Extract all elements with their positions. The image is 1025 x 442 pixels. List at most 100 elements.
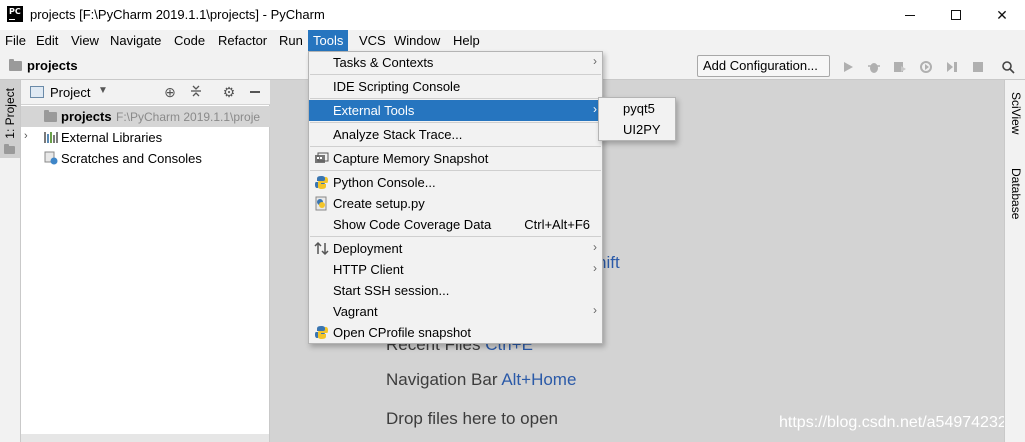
tree-item-scratches[interactable]: Scratches and Consoles [21,148,270,169]
python-icon [314,325,329,340]
chevron-right-icon: › [593,261,597,275]
folder-icon [9,59,22,71]
profile-icon[interactable] [918,59,934,75]
menu-refactor[interactable]: Refactor [213,30,272,51]
menu-vcs[interactable]: VCS [354,30,391,51]
collapse-all-icon[interactable] [188,84,204,101]
menu-item-tasks-contexts[interactable]: Tasks & Contexts › [309,52,602,73]
chevron-right-icon: › [593,240,597,254]
hint-text: Navigation Bar [386,370,498,389]
menu-item-label: HTTP Client [333,262,404,277]
breadcrumb[interactable]: projects [27,58,78,73]
menu-item-analyze-stack-trace[interactable]: Analyze Stack Trace... [309,124,602,145]
hint-drop-files: Drop files here to open [386,409,558,428]
menu-separator [310,74,601,75]
chevron-down-icon[interactable]: ▼ [98,85,108,96]
menu-separator [310,170,601,171]
watermark: https://blog.csdn.net/a549742320 [779,414,1016,431]
locate-icon[interactable]: ⊕ [162,84,178,101]
external-tools-submenu: pyqt5 UI2PY [598,97,676,141]
menu-view[interactable]: View [66,30,104,51]
project-view-icon [30,86,44,98]
menu-edit[interactable]: Edit [31,30,63,51]
deployment-icon [314,241,329,256]
chevron-right-icon: › [593,102,597,116]
coverage-icon[interactable] [892,59,908,75]
tree-item-external-libraries[interactable]: › External Libraries [21,127,270,148]
menu-item-http-client[interactable]: HTTP Client › [309,259,602,280]
chevron-right-icon[interactable]: › [24,130,28,142]
hide-icon[interactable] [247,84,263,101]
debug-icon[interactable] [866,59,882,75]
menu-item-deployment[interactable]: Deployment › [309,238,602,259]
project-view-selector[interactable]: Project [50,85,90,100]
menu-item-python-console[interactable]: Python Console... [309,172,602,193]
pycharm-logo-icon: PC [7,6,23,22]
run-icon[interactable] [840,59,856,75]
project-panel-header: Project ▼ ⊕ ⚙ [21,80,270,105]
close-button[interactable]: ✕ [979,0,1025,30]
chevron-right-icon: › [593,54,597,68]
submenu-item-ui2py[interactable]: UI2PY [599,119,675,140]
memory-snapshot-icon [314,151,329,166]
chevron-right-icon: › [593,303,597,317]
menu-bar: File Edit View Navigate Code Refactor Ru… [0,30,1025,51]
project-tool-tab[interactable]: 1: Project [0,80,20,158]
title-bar: PC projects [F:\PyCharm 2019.1.1\project… [0,0,1025,30]
menu-item-external-tools[interactable]: External Tools › [309,100,602,121]
menu-item-open-cprofile-snapshot[interactable]: Open CProfile snapshot [309,322,602,343]
menu-item-label: Deployment [333,241,403,256]
menu-item-show-code-coverage[interactable]: Show Code Coverage Data Ctrl+Alt+F6 [309,214,602,235]
menu-item-capture-memory-snapshot[interactable]: Capture Memory Snapshot [309,148,602,169]
menu-item-shortcut: Ctrl+Alt+F6 [524,217,590,232]
tool-tab-sciview[interactable]: SciView [1009,92,1023,134]
menu-navigate[interactable]: Navigate [105,30,166,51]
project-panel: Project ▼ ⊕ ⚙ projects F:\PyCharm 2019.1… [21,80,270,442]
add-configuration-button[interactable]: Add Configuration... [697,55,830,77]
menu-item-ide-scripting-console[interactable]: IDE Scripting Console [309,76,602,97]
menu-item-vagrant[interactable]: Vagrant › [309,301,602,322]
tree-item-label: External Libraries [61,130,163,145]
menu-window[interactable]: Window [389,30,445,51]
stop-icon[interactable] [970,59,986,75]
folder-icon [4,144,15,154]
minimize-icon [905,14,915,16]
tree-item-path: F:\PyCharm 2019.1.1\proje [116,110,261,124]
right-tool-strip: SciView Database [1004,80,1025,442]
menu-item-label: Capture Memory Snapshot [333,151,489,166]
menu-tools[interactable]: Tools [308,30,349,51]
tool-tab-database[interactable]: Database [1009,168,1023,219]
menu-item-label: Start SSH session... [333,283,450,298]
tools-menu: Tasks & Contexts › IDE Scripting Console… [308,51,603,344]
minimize-button[interactable] [887,0,933,30]
submenu-item-pyqt5[interactable]: pyqt5 [599,98,675,119]
menu-item-label: External Tools [333,103,415,118]
menu-run[interactable]: Run [274,30,308,51]
menu-separator [310,122,601,123]
build-icon[interactable] [944,59,960,75]
menu-file[interactable]: File [0,30,31,51]
menu-item-label: IDE Scripting Console [333,79,461,94]
project-tool-tab-label: 1: Project [3,88,17,139]
close-icon: ✕ [996,6,1008,23]
tree-item-label: projects [61,109,112,124]
scratches-icon [44,151,58,165]
menu-code[interactable]: Code [169,30,210,51]
menu-separator [310,98,601,99]
search-icon[interactable] [1000,59,1016,75]
menu-item-label: Create setup.py [333,196,425,211]
menu-item-label: Show Code Coverage Data [333,217,492,232]
hint-shortcut: Alt+Home [501,370,577,389]
menu-item-create-setup-py[interactable]: Create setup.py [309,193,602,214]
maximize-button[interactable] [933,0,979,30]
gear-icon[interactable]: ⚙ [221,84,237,101]
menu-item-label: Open CProfile snapshot [333,325,472,340]
menu-separator [310,146,601,147]
hint-navigation-bar: Navigation Bar Alt+Home [386,370,576,390]
horizontal-scrollbar[interactable] [21,434,269,442]
menu-item-start-ssh-session[interactable]: Start SSH session... [309,280,602,301]
menu-item-label: Analyze Stack Trace... [333,127,463,142]
tree-item-projects[interactable]: projects F:\PyCharm 2019.1.1\proje [21,106,270,127]
window-title: projects [F:\PyCharm 2019.1.1\projects] … [30,7,325,22]
menu-help[interactable]: Help [448,30,485,51]
